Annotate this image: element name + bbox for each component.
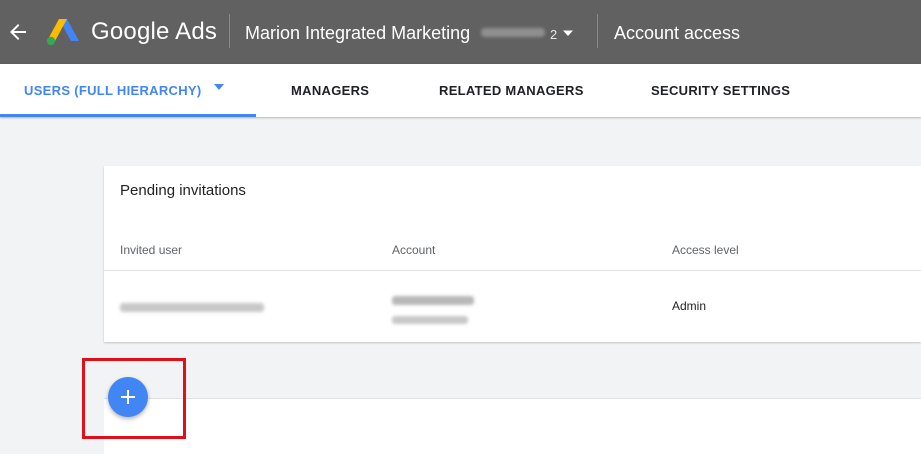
top-app-bar: Google Ads Marion Integrated Marketing 2… bbox=[0, 0, 921, 64]
account-name-redacted bbox=[392, 296, 474, 305]
account-id-redacted bbox=[392, 316, 468, 324]
active-tab-indicator bbox=[0, 114, 256, 117]
annotation-highlight-box bbox=[82, 358, 186, 439]
tab-security-settings[interactable]: SECURITY SETTINGS bbox=[651, 64, 790, 117]
column-header-invited-user: Invited user bbox=[120, 243, 183, 257]
users-list-panel bbox=[104, 398, 921, 454]
back-arrow-icon[interactable] bbox=[6, 20, 30, 44]
account-id-suffix: 2 bbox=[550, 27, 558, 42]
chevron-down-icon[interactable] bbox=[562, 27, 574, 39]
tab-related-managers[interactable]: RELATED MANAGERS bbox=[439, 64, 584, 117]
column-header-access-level: Access level bbox=[672, 243, 739, 257]
header-divider bbox=[229, 14, 230, 48]
account-name[interactable]: Marion Integrated Marketing bbox=[245, 23, 470, 44]
tab-bar: USERS (FULL HIERARCHY) MANAGERS RELATED … bbox=[0, 64, 921, 117]
tab-users-full-hierarchy[interactable]: USERS (FULL HIERARCHY) bbox=[24, 64, 202, 117]
brand-name: Google Ads bbox=[91, 18, 218, 45]
account-id-redacted bbox=[481, 28, 545, 37]
access-level-value: Admin bbox=[672, 299, 707, 313]
card-title: Pending invitations bbox=[120, 182, 246, 199]
google-ads-logo bbox=[46, 19, 79, 46]
page-title: Account access bbox=[614, 23, 741, 43]
pending-invitations-card: Pending invitations Invited user Account… bbox=[104, 166, 921, 342]
invited-user-email-redacted bbox=[120, 303, 264, 312]
table-divider bbox=[104, 270, 921, 271]
tab-dropdown-icon[interactable] bbox=[212, 82, 226, 92]
tab-managers[interactable]: MANAGERS bbox=[291, 64, 369, 117]
column-header-account: Account bbox=[392, 243, 436, 257]
header-divider bbox=[597, 14, 598, 48]
